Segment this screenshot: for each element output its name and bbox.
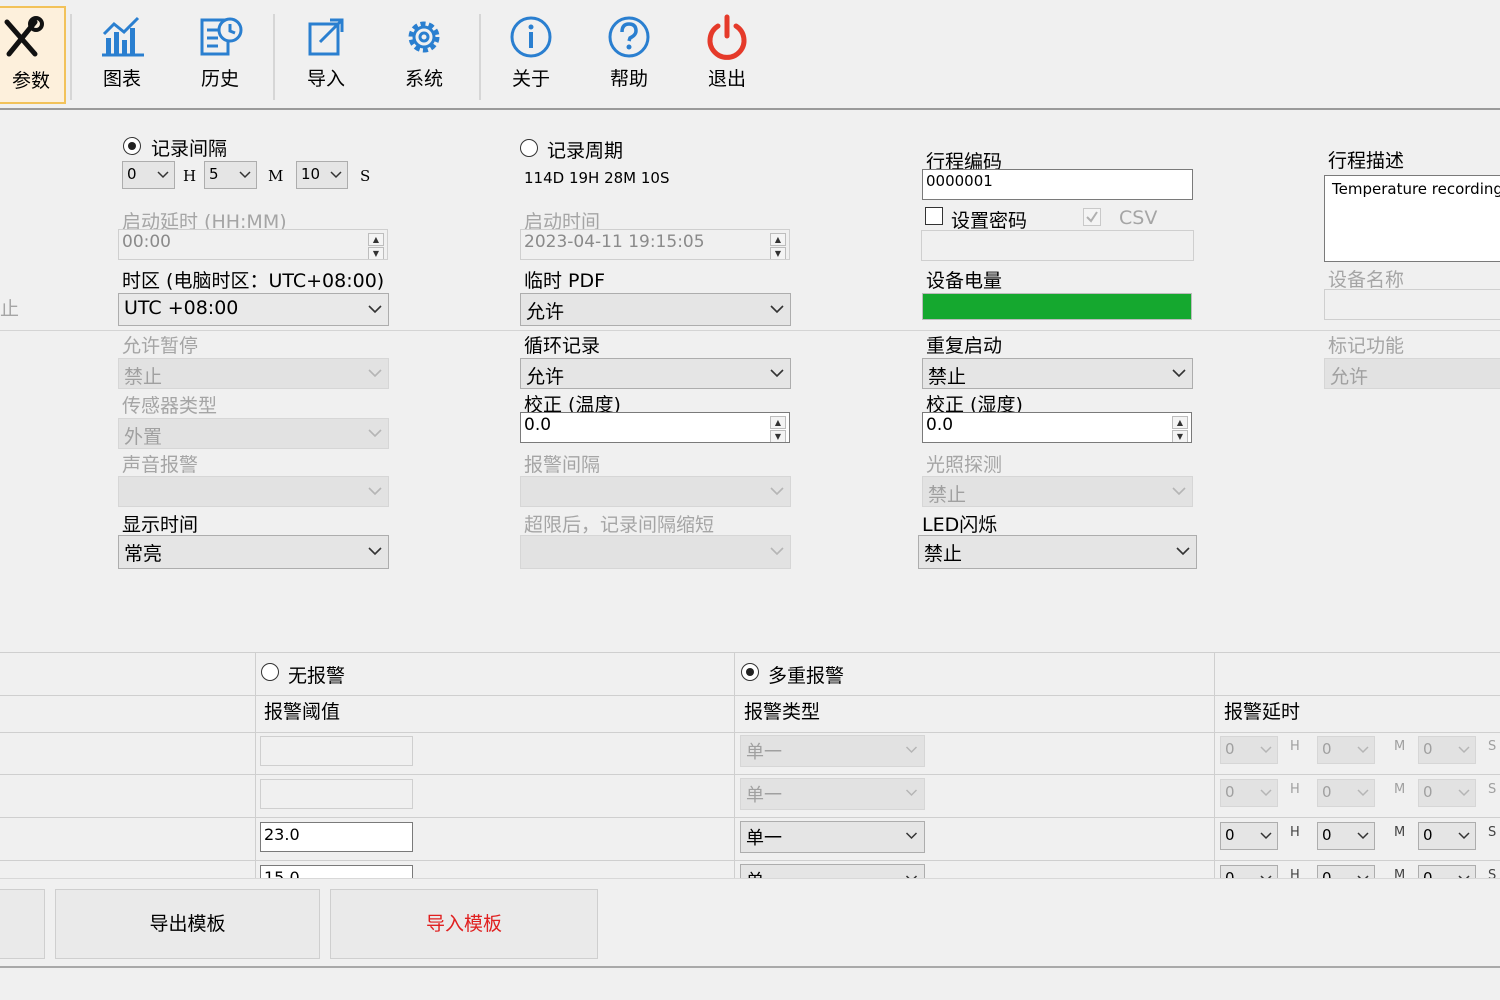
alarm-type-select[interactable]: 单一	[740, 735, 925, 767]
alarm-delay-h-value: 0	[1225, 740, 1235, 758]
alarm-threshold-input[interactable]: 23.0	[260, 822, 413, 852]
chevron-down-icon	[905, 746, 918, 754]
alarm-rows: 单一 0 H 0 M 0 S 单一 0 H 0 M 0 S 23.0 单一 0 H 0 M 0 S 15.0 单一 0 H 0 M 0 S	[0, 0, 1500, 878]
alarm-delay-h-select[interactable]: 0	[1220, 822, 1278, 850]
alarm-delay-s-value: 0	[1423, 826, 1433, 844]
alarm-type-select[interactable]: 单一	[740, 821, 925, 853]
chevron-down-icon	[1458, 789, 1470, 797]
alarm-delay-s-unit: S	[1488, 782, 1497, 797]
alarm-delay-h-unit: H	[1290, 782, 1300, 797]
chevron-down-icon	[1357, 832, 1369, 840]
alarm-delay-s-select[interactable]: 0	[1418, 779, 1476, 807]
chevron-down-icon	[1458, 746, 1470, 754]
alarm-delay-m-unit: M	[1394, 825, 1406, 840]
alarm-delay-s-unit: S	[1488, 739, 1497, 754]
alarm-delay-s-value: 0	[1423, 783, 1433, 801]
alarm-delay-s-unit: S	[1488, 868, 1497, 878]
alarm-delay-s-select[interactable]: 0	[1418, 865, 1476, 878]
left-cut-button[interactable]	[0, 889, 45, 959]
status-divider	[0, 966, 1500, 968]
alarm-delay-h-select[interactable]: 0	[1220, 779, 1278, 807]
alarm-delay-m-select[interactable]: 0	[1317, 822, 1375, 850]
alarm-delay-s-unit: S	[1488, 825, 1497, 840]
alarm-delay-m-unit: M	[1394, 739, 1406, 754]
import-template-button[interactable]: 导入模板	[330, 889, 598, 959]
alarm-delay-m-select[interactable]: 0	[1317, 779, 1375, 807]
alarm-delay-h-value: 0	[1225, 869, 1235, 878]
alarm-type-value: 单一	[746, 742, 782, 763]
chevron-down-icon	[1458, 832, 1470, 840]
alarm-type-select[interactable]: 单一	[740, 864, 925, 878]
alarm-delay-h-unit: H	[1290, 739, 1300, 754]
alarm-threshold-input[interactable]: 15.0	[260, 865, 413, 878]
alarm-type-value: 单一	[746, 828, 782, 849]
alarm-delay-s-select[interactable]: 0	[1418, 736, 1476, 764]
alarm-delay-m-unit: M	[1394, 868, 1406, 878]
bottom-divider	[0, 878, 1500, 879]
alarm-delay-h-unit: H	[1290, 868, 1300, 878]
alarm-delay-h-value: 0	[1225, 783, 1235, 801]
alarm-delay-m-value: 0	[1322, 826, 1332, 844]
alarm-type-value: 单一	[746, 785, 782, 806]
alarm-type-select[interactable]: 单一	[740, 778, 925, 810]
alarm-delay-m-value: 0	[1322, 740, 1332, 758]
chevron-down-icon	[1260, 832, 1272, 840]
chevron-down-icon	[1357, 789, 1369, 797]
chevron-down-icon	[1260, 746, 1272, 754]
alarm-delay-s-value: 0	[1423, 740, 1433, 758]
alarm-delay-m-value: 0	[1322, 783, 1332, 801]
alarm-delay-m-select[interactable]: 0	[1317, 736, 1375, 764]
alarm-delay-h-select[interactable]: 0	[1220, 865, 1278, 878]
alarm-threshold-input[interactable]	[260, 779, 413, 809]
export-template-button[interactable]: 导出模板	[55, 889, 320, 959]
alarm-delay-m-unit: M	[1394, 782, 1406, 797]
chevron-down-icon	[1260, 789, 1272, 797]
alarm-delay-m-select[interactable]: 0	[1317, 865, 1375, 878]
alarm-delay-m-value: 0	[1322, 869, 1332, 878]
alarm-type-value: 单一	[746, 871, 782, 878]
chevron-down-icon	[905, 832, 918, 840]
alarm-threshold-input[interactable]	[260, 736, 413, 766]
alarm-delay-s-select[interactable]: 0	[1418, 822, 1476, 850]
alarm-delay-h-value: 0	[1225, 826, 1235, 844]
chevron-down-icon	[905, 789, 918, 797]
chevron-down-icon	[1357, 746, 1369, 754]
alarm-delay-h-unit: H	[1290, 825, 1300, 840]
alarm-delay-h-select[interactable]: 0	[1220, 736, 1278, 764]
alarm-delay-s-value: 0	[1423, 869, 1433, 878]
